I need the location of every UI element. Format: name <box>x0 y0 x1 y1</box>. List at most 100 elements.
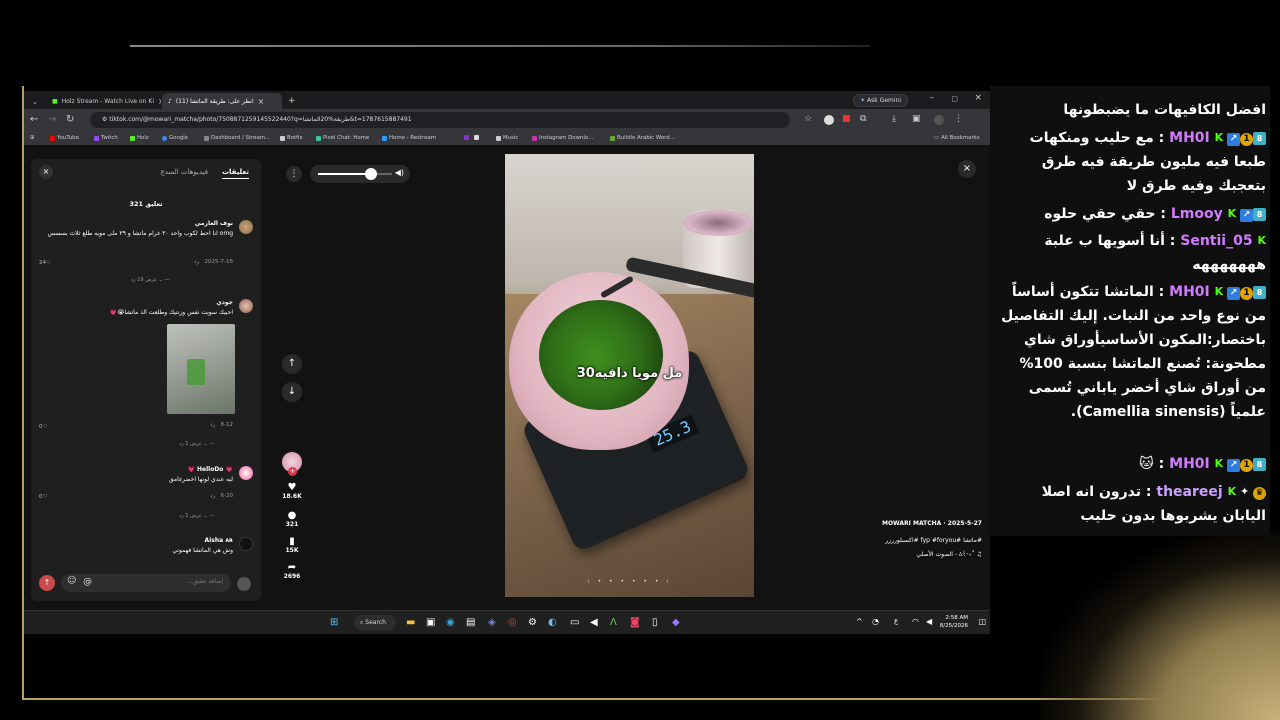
more-options-icon[interactable]: ⋮ <box>286 166 302 182</box>
avatar[interactable] <box>239 220 253 234</box>
bookmark-music[interactable]: Music <box>496 135 518 141</box>
minimize-button[interactable]: – <box>930 93 935 103</box>
ask-gemini-button[interactable]: ✦ Ask Gemini <box>853 94 908 107</box>
bookmark-youtube[interactable]: YouTube <box>50 135 79 141</box>
reply-button[interactable]: رد <box>194 259 199 265</box>
photo-pagination[interactable]: ‹ • • • • • • › <box>505 578 754 585</box>
next-video-button[interactable]: ↓ <box>282 382 302 402</box>
taskbar-clock[interactable]: 2:58 AM 8/25/2026 <box>940 614 968 630</box>
comment-author[interactable]: 💗 HelloDo 💗 <box>43 465 233 475</box>
bookmark-restream[interactable]: Home - Restream <box>382 135 436 141</box>
close-icon[interactable]: × <box>258 97 265 106</box>
close-icon[interactable]: × <box>158 97 161 106</box>
creator-avatar[interactable] <box>282 452 302 476</box>
chat-username[interactable]: theareej <box>1156 484 1222 500</box>
bookmark-extra[interactable] <box>464 135 479 140</box>
reload-icon[interactable]: ↻ <box>66 114 74 125</box>
app-icon[interactable]: ▭ <box>570 617 579 628</box>
bookmark-pixel-chat[interactable]: Pixel Chat: Home <box>316 135 369 141</box>
tab-holz-stream[interactable]: ■Holz Stream - Watch Live on Ki × <box>46 93 161 109</box>
video-author-line[interactable]: MOWARI MATCHA · 2025-5-27 <box>882 520 982 527</box>
comment-author[interactable]: Aisha ᴀʀ <box>43 536 233 546</box>
bookmark-buildle[interactable]: Buildle Arabic Word... <box>610 135 675 141</box>
apps-grid-icon[interactable]: ⊞ <box>30 135 35 141</box>
all-bookmarks-button[interactable]: ▭ All Bookmarks <box>934 135 980 141</box>
comment-input[interactable]: ☺ @ إضافة تعليق... <box>61 574 231 592</box>
wifi-icon[interactable]: ◠ <box>912 617 919 626</box>
app-icon[interactable]: ▯ <box>652 617 658 628</box>
windows-start-icon[interactable]: ⊞ <box>330 617 338 628</box>
tab-tiktok[interactable]: ♪ (11) انظر على: طريقة الماتشا × <box>162 93 282 109</box>
profile-extension-icon[interactable] <box>824 115 834 125</box>
bookmark-dashboard[interactable]: Dashboard / Stream... <box>204 135 270 141</box>
comment-author[interactable]: جودي <box>43 298 233 308</box>
view-replies-button[interactable]: عرض 1 رد ⌄ — <box>179 513 214 519</box>
chat-username[interactable]: MH0I <box>1169 456 1210 472</box>
view-replies-button[interactable]: عرض 1 رد ⌄ — <box>179 441 214 447</box>
save-button[interactable]: ▮ 15K <box>280 536 304 554</box>
scroll-up-button[interactable]: ↑ <box>39 575 55 591</box>
app-icon[interactable]: ◙ <box>630 617 640 628</box>
app-icon[interactable]: Λ <box>610 617 617 628</box>
edge-icon[interactable]: ◉ <box>446 617 455 628</box>
settings-gear-icon[interactable]: ⚙ <box>528 617 537 628</box>
window-close-button[interactable]: × <box>974 93 982 103</box>
volume-slider[interactable]: ◀) <box>310 165 410 183</box>
comment-author[interactable]: نوف العازمي <box>43 219 233 229</box>
volume-handle[interactable] <box>365 168 378 180</box>
notification-bell-icon[interactable]: ◫ <box>978 617 986 626</box>
bookmark-twitch[interactable]: Twitch <box>94 135 118 141</box>
comment-button[interactable]: ● 321 <box>280 510 304 528</box>
store-icon[interactable]: ▣ <box>426 617 435 628</box>
chat-username[interactable]: Sentii_05 <box>1180 233 1252 249</box>
app-tray-icon[interactable]: ◔ <box>872 617 879 626</box>
language-indicator[interactable]: ع <box>894 617 898 625</box>
taskbar-search[interactable]: ⌕ Search <box>354 615 396 630</box>
url-input[interactable]: ⚙ tiktok.com/@mowari_matcha/photo/750887… <box>90 112 790 128</box>
chevron-up-icon[interactable]: ^ <box>856 617 863 626</box>
steam-icon[interactable]: ◐ <box>548 617 557 628</box>
author-name[interactable]: MOWARI MATCHA <box>882 520 941 527</box>
reply-button[interactable]: رد <box>210 493 215 499</box>
menu-kebab-icon[interactable]: ⋮ <box>954 114 963 124</box>
previous-video-button[interactable]: ↑ <box>282 354 302 374</box>
avatar[interactable] <box>239 537 253 551</box>
tab-creator-videos[interactable]: فيديوهات المبدع <box>161 168 208 179</box>
chat-username[interactable]: MH0I <box>1169 130 1210 146</box>
video-photo[interactable]: 25.3 30مل مويا دافيه ‹ • • • • • • › <box>505 154 754 597</box>
download-icon[interactable]: ⤓ <box>892 114 896 124</box>
chat-username[interactable]: MH0I <box>1169 284 1210 300</box>
video-caption[interactable]: #ماتشا #fyp #foryou #اكسبلورررر <box>885 537 982 544</box>
avatar[interactable] <box>934 115 944 125</box>
like-count[interactable]: 24♡ <box>39 260 51 266</box>
chat-username[interactable]: Lmooy <box>1171 206 1223 222</box>
avatar[interactable] <box>239 299 253 313</box>
reply-button[interactable]: رد <box>210 422 215 428</box>
like-count[interactable]: 0♡ <box>39 424 47 430</box>
close-icon[interactable]: × <box>39 165 53 179</box>
speaker-icon[interactable]: ◀) <box>395 168 404 177</box>
record-extension-icon[interactable]: ■ <box>842 114 851 124</box>
app-icon[interactable]: ◀ <box>590 617 598 628</box>
close-icon[interactable]: × <box>958 160 976 178</box>
avatar[interactable] <box>239 466 253 480</box>
tab-comments[interactable]: تعليقات <box>222 168 249 179</box>
like-button[interactable]: ♥ 18.6K <box>280 482 304 500</box>
forward-arrow-icon[interactable]: → <box>48 114 56 125</box>
extensions-puzzle-icon[interactable]: ⧉ <box>860 114 866 124</box>
bookmark-star-icon[interactable]: ☆ <box>804 114 812 124</box>
tab-list-button[interactable]: ⌄ <box>26 94 44 110</box>
bookmark-holz[interactable]: Holz <box>130 135 149 141</box>
comment-image[interactable] <box>167 324 235 414</box>
share-button[interactable]: ➦ 2696 <box>280 562 304 580</box>
file-explorer-icon[interactable]: ▬ <box>406 617 415 628</box>
sidebar-icon[interactable]: ▣ <box>912 114 921 124</box>
volume-icon[interactable]: ◀ <box>926 617 932 626</box>
bookmark-google[interactable]: Google <box>162 135 188 141</box>
maximize-button[interactable]: ▢ <box>951 95 958 103</box>
emoji-icon[interactable]: ☺ <box>67 576 76 586</box>
bookmark-botfix[interactable]: Botfix <box>280 135 303 141</box>
back-arrow-icon[interactable]: ← <box>30 114 38 125</box>
like-count[interactable]: 0♡ <box>39 494 47 500</box>
chrome-icon[interactable]: ◎ <box>508 617 517 628</box>
